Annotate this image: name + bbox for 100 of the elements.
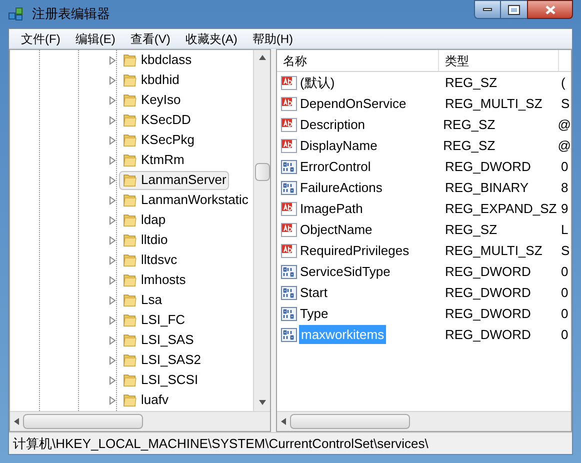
expand-arrow-icon[interactable] bbox=[109, 76, 116, 84]
binary-value-icon bbox=[281, 264, 297, 280]
tree-item[interactable]: KSecPkg bbox=[119, 130, 198, 150]
column-header[interactable]: 类型 bbox=[439, 50, 559, 71]
value-name[interactable]: (默认) bbox=[299, 72, 336, 92]
value-name[interactable]: RequiredPrivileges bbox=[299, 240, 410, 260]
expand-arrow-icon[interactable] bbox=[109, 396, 116, 404]
tree-item[interactable]: LanmanServer bbox=[119, 170, 230, 190]
expand-arrow-icon[interactable] bbox=[109, 216, 116, 224]
tree-item[interactable]: KeyIso bbox=[119, 90, 184, 110]
value-type: REG_DWORD bbox=[444, 158, 532, 176]
folder-icon bbox=[122, 252, 138, 268]
value-data: 8 bbox=[560, 178, 568, 197]
window-title: 注册表编辑器 bbox=[32, 5, 110, 24]
value-name[interactable]: ErrorControl bbox=[299, 156, 372, 176]
tree-item[interactable]: LSI_SAS bbox=[119, 330, 197, 350]
expand-arrow-icon[interactable] bbox=[109, 276, 116, 284]
expand-arrow-icon[interactable] bbox=[109, 116, 116, 124]
folder-icon bbox=[122, 112, 138, 128]
value-name[interactable]: Description bbox=[299, 114, 366, 134]
scroll-thumb[interactable] bbox=[23, 414, 143, 429]
value-name[interactable]: Type bbox=[299, 304, 330, 324]
tree-item[interactable]: ldap bbox=[119, 210, 169, 230]
expand-arrow-icon[interactable] bbox=[109, 376, 116, 384]
value-data: 0 bbox=[560, 284, 568, 302]
value-name[interactable]: ServiceSidType bbox=[299, 262, 392, 282]
expand-arrow-icon[interactable] bbox=[109, 296, 116, 304]
horizontal-scrollbar[interactable] bbox=[277, 411, 571, 431]
tree-item[interactable]: kbdclass bbox=[119, 50, 195, 70]
folder-icon bbox=[122, 312, 138, 328]
expand-arrow-icon[interactable] bbox=[109, 256, 116, 264]
binary-value-icon bbox=[281, 306, 297, 322]
value-type: REG_MULTI_SZ bbox=[444, 94, 544, 113]
vertical-scrollbar[interactable] bbox=[253, 50, 270, 411]
value-name[interactable]: ImagePath bbox=[299, 198, 364, 218]
expand-arrow-icon[interactable] bbox=[109, 176, 116, 184]
tree-item[interactable]: KSecDD bbox=[119, 110, 194, 130]
tree-item[interactable]: LanmanWorkstatic bbox=[119, 190, 252, 210]
scroll-left-arrow-icon[interactable] bbox=[14, 418, 19, 425]
expand-arrow-icon[interactable] bbox=[109, 356, 116, 364]
tree-item[interactable]: lmhosts bbox=[119, 270, 189, 290]
folder-icon bbox=[122, 292, 138, 308]
tree-item[interactable]: Lsa bbox=[119, 290, 165, 310]
folder-icon bbox=[122, 272, 138, 288]
tree-item[interactable]: LSI_FC bbox=[119, 310, 188, 330]
value-data: S bbox=[560, 94, 570, 113]
menu-item[interactable]: 帮助(H) bbox=[252, 30, 293, 48]
menu-item[interactable]: 编辑(E) bbox=[75, 30, 116, 48]
folder-icon bbox=[122, 72, 138, 88]
registry-cubes-icon bbox=[8, 6, 24, 22]
folder-icon bbox=[122, 172, 138, 188]
scroll-left-arrow-icon[interactable] bbox=[281, 418, 286, 425]
string-value-icon bbox=[281, 116, 297, 132]
close-button[interactable] bbox=[527, 0, 573, 19]
expand-arrow-icon[interactable] bbox=[109, 316, 116, 324]
expand-arrow-icon[interactable] bbox=[109, 56, 116, 64]
folder-icon bbox=[122, 372, 138, 388]
value-name[interactable]: FailureActions bbox=[299, 178, 384, 198]
string-value-icon bbox=[281, 138, 297, 154]
value-name[interactable]: ObjectName bbox=[299, 220, 374, 240]
tree-item[interactable]: lltdsvc bbox=[119, 250, 180, 270]
expand-arrow-icon[interactable] bbox=[109, 96, 116, 104]
tree-item[interactable]: KtmRm bbox=[119, 150, 188, 170]
expand-arrow-icon[interactable] bbox=[109, 236, 116, 244]
value-type: REG_SZ bbox=[442, 136, 496, 155]
folder-icon bbox=[122, 332, 138, 348]
scroll-thumb[interactable] bbox=[290, 414, 410, 429]
folder-icon bbox=[122, 132, 138, 148]
value-data: @ bbox=[556, 116, 571, 134]
tree-item[interactable]: LSI_SAS2 bbox=[119, 350, 204, 370]
value-type: REG_SZ bbox=[444, 74, 498, 92]
value-data: 0 bbox=[560, 326, 568, 344]
value-name[interactable]: DisplayName bbox=[299, 136, 378, 156]
column-header[interactable]: 名称 bbox=[277, 50, 439, 71]
scroll-down-arrow-icon[interactable] bbox=[258, 400, 266, 405]
value-name[interactable]: DependOnService bbox=[299, 94, 408, 114]
string-value-icon bbox=[281, 96, 297, 112]
menu-item[interactable]: 文件(F) bbox=[21, 30, 60, 48]
expand-arrow-icon[interactable] bbox=[109, 156, 116, 164]
menu-item[interactable]: 收藏夹(A) bbox=[185, 30, 238, 48]
tree-item[interactable]: luafv bbox=[119, 390, 172, 410]
value-type: REG_EXPAND_SZ bbox=[444, 200, 558, 218]
tree-item[interactable]: LSI_SCSI bbox=[119, 370, 202, 390]
scroll-thumb[interactable] bbox=[254, 163, 270, 181]
folder-icon bbox=[122, 352, 138, 368]
scroll-up-arrow-icon[interactable] bbox=[258, 55, 266, 60]
menu-item[interactable]: 查看(V) bbox=[130, 30, 170, 48]
value-name[interactable]: Start bbox=[299, 282, 328, 302]
maximize-button[interactable] bbox=[501, 0, 527, 19]
value-type: REG_SZ bbox=[442, 116, 496, 134]
expand-arrow-icon[interactable] bbox=[109, 336, 116, 344]
value-data: 0 bbox=[560, 158, 568, 176]
tree-item[interactable]: lltdio bbox=[119, 230, 171, 250]
close-icon bbox=[544, 4, 556, 14]
binary-value-icon bbox=[281, 158, 297, 174]
minimize-button[interactable] bbox=[474, 0, 501, 19]
tree-item[interactable]: kbdhid bbox=[119, 70, 182, 90]
expand-arrow-icon[interactable] bbox=[109, 136, 116, 144]
expand-arrow-icon[interactable] bbox=[109, 196, 116, 204]
horizontal-scrollbar[interactable] bbox=[10, 411, 270, 431]
